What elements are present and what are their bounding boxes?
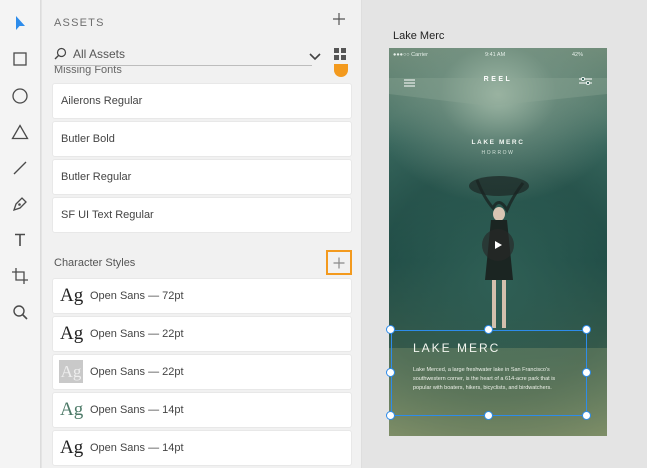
ellipse-tool-icon[interactable] xyxy=(8,84,32,108)
resize-handle-bottom-left[interactable] xyxy=(386,411,395,420)
character-style-item[interactable]: Ag Open Sans — 72pt xyxy=(53,279,351,313)
resize-handle-top-left[interactable] xyxy=(386,325,395,334)
chevron-down-icon[interactable] xyxy=(308,49,322,61)
resize-handle-right[interactable] xyxy=(582,368,591,377)
character-style-label: Open Sans — 72pt xyxy=(90,290,184,302)
font-item[interactable]: Butler Regular xyxy=(53,160,351,194)
tools-toolbar xyxy=(0,0,41,468)
character-style-item[interactable]: Ag Open Sans — 22pt xyxy=(53,355,351,389)
character-style-item[interactable]: Ag Open Sans — 22pt xyxy=(53,317,351,351)
character-style-preview: Ag xyxy=(60,437,84,458)
character-style-label: Open Sans — 22pt xyxy=(90,328,184,340)
selection-bounding-box[interactable] xyxy=(391,330,587,416)
artboard-tool-icon[interactable] xyxy=(8,264,32,288)
status-bar: ●●●○○ Carrier 9:41 AM 42% xyxy=(389,48,607,62)
character-style-label: Open Sans — 14pt xyxy=(90,442,184,454)
font-item[interactable]: SF UI Text Regular xyxy=(53,198,351,232)
warning-badge-icon xyxy=(334,64,348,77)
assets-panel-title: ASSETS xyxy=(54,17,105,29)
character-style-preview: Ag xyxy=(59,360,83,383)
resize-handle-left[interactable] xyxy=(386,368,395,377)
assets-panel: ASSETS All Assets Missing Fonts Ailerons… xyxy=(42,0,362,468)
font-item[interactable]: Butler Bold xyxy=(53,122,351,156)
assets-search-input[interactable]: All Assets xyxy=(54,44,312,66)
character-style-label: Open Sans — 22pt xyxy=(90,366,184,378)
pen-tool-icon[interactable] xyxy=(8,192,32,216)
status-carrier: ●●●○○ Carrier xyxy=(393,52,428,58)
play-icon xyxy=(495,241,502,249)
font-item-label: SF UI Text Regular xyxy=(61,209,154,221)
font-item-label: Butler Bold xyxy=(61,133,115,145)
hero-title: LAKE MERC xyxy=(471,139,525,146)
hero-subtitle: HORROW xyxy=(481,150,515,156)
character-style-item[interactable]: Ag Open Sans — 14pt xyxy=(53,431,351,465)
line-tool-icon[interactable] xyxy=(8,156,32,180)
character-style-preview: Ag xyxy=(60,323,84,344)
resize-handle-bottom-right[interactable] xyxy=(582,411,591,420)
font-item-label: Ailerons Regular xyxy=(61,95,143,107)
status-battery: 42% xyxy=(572,52,584,58)
character-styles-title: Character Styles xyxy=(54,257,136,269)
resize-handle-bottom[interactable] xyxy=(484,411,493,420)
app-title: REEL xyxy=(483,76,513,83)
zoom-tool-icon[interactable] xyxy=(8,300,32,324)
text-tool-icon[interactable] xyxy=(8,228,32,252)
filter-sliders-icon xyxy=(579,73,592,86)
search-icon xyxy=(54,47,68,61)
font-item-label: Butler Regular xyxy=(61,171,132,183)
grid-view-icon[interactable] xyxy=(334,47,346,60)
rectangle-tool-icon[interactable] xyxy=(8,47,32,71)
character-style-preview: Ag xyxy=(60,285,84,306)
polygon-tool-icon[interactable] xyxy=(8,120,32,144)
character-style-item[interactable]: Ag Open Sans — 14pt xyxy=(53,393,351,427)
font-item[interactable]: Ailerons Regular xyxy=(53,84,351,118)
character-style-preview: Ag xyxy=(60,399,84,420)
artboard-title[interactable]: Lake Merc xyxy=(393,30,444,42)
play-button xyxy=(482,229,514,261)
status-time: 9:41 AM xyxy=(485,52,506,58)
resize-handle-top-right[interactable] xyxy=(582,325,591,334)
search-filter-label: All Assets xyxy=(73,47,126,61)
add-character-style-button[interactable] xyxy=(326,250,352,275)
resize-handle-top[interactable] xyxy=(484,325,493,334)
select-tool-icon[interactable] xyxy=(8,11,32,35)
app-nav-bar: REEL xyxy=(389,62,607,92)
plus-icon xyxy=(333,257,345,268)
add-asset-icon[interactable] xyxy=(332,12,348,28)
character-style-label: Open Sans — 14pt xyxy=(90,404,184,416)
